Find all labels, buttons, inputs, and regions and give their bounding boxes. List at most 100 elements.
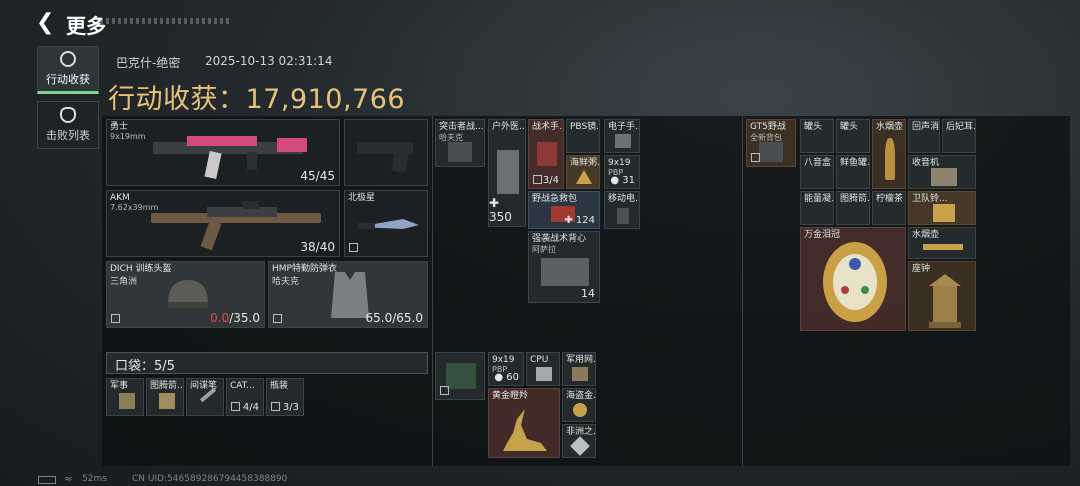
item-count: 4/4 (242, 402, 259, 413)
item-count-value: 31 (622, 175, 635, 186)
item-name: 图腾箭... (840, 194, 870, 204)
primary-weapon-slot[interactable]: 勇士 9x19mm 45/45 (106, 119, 340, 186)
rig-item[interactable]: 海鲜粥... (566, 155, 600, 189)
backpack-item[interactable]: 卫队铃... (908, 191, 976, 225)
item-name: 鲜鱼罐... (840, 158, 870, 168)
item-name: 野战急救包 (532, 194, 578, 204)
backpack-item[interactable]: 鲜鱼罐... (836, 155, 870, 189)
pistol-slot[interactable] (344, 119, 428, 186)
backpack-item[interactable]: CPU (526, 352, 560, 386)
helmet-durability-current: 0.0 (210, 311, 230, 325)
tab-loot[interactable]: 行动收获 (37, 46, 99, 94)
backpack-item[interactable]: 水烟壶 (908, 227, 976, 259)
power-bank-icon (617, 208, 629, 224)
tab-kill-list[interactable]: 击败列表 (37, 101, 99, 149)
document-icon (119, 393, 135, 409)
backpack-slot[interactable] (435, 352, 485, 400)
rig-item[interactable]: 野战急救包 ✚ 124 (528, 191, 600, 229)
rig-item[interactable]: 移动电... (604, 191, 640, 229)
melee-slot[interactable]: 北极星 (344, 190, 428, 257)
radio-icon (931, 168, 957, 186)
ammo-count: 45/45 (300, 169, 335, 183)
lock-icon (271, 402, 280, 411)
rig-item[interactable]: 9x19 PBP ● 31 (604, 155, 640, 189)
item-name: 回声消... (912, 122, 940, 132)
backpack-item[interactable]: 9x19 PBP ● 60 (488, 352, 524, 386)
backpack-icon (759, 142, 783, 162)
item-count-value: 60 (506, 372, 519, 383)
rig-item[interactable]: 电子手... (604, 119, 640, 153)
loot-value-headline: 行动收获：17,910,766 (108, 77, 405, 116)
gazelle-statue-icon (503, 409, 547, 451)
backpack-item[interactable]: 非洲之... (562, 424, 596, 458)
item-name: CAT... (230, 381, 255, 391)
bag-name: GT5野战 (750, 122, 786, 132)
item-name: 柠檬茶 (876, 194, 904, 204)
item-name: 强袭战术背心 (532, 234, 587, 244)
tourniquet-icon (537, 142, 557, 166)
armor-durability: 65.0/65.0 (365, 311, 423, 325)
item-name: 电子手... (608, 122, 639, 132)
backpack-item[interactable]: 水烟壶 (872, 119, 906, 189)
lock-icon (111, 314, 120, 323)
item-name: 非洲之... (566, 427, 596, 437)
router-icon (572, 367, 588, 381)
pockets-header: 口袋：5/5 (106, 352, 428, 374)
rig-item[interactable]: 户外医... ✚ 350 (488, 119, 526, 227)
coin-icon (573, 403, 587, 417)
backpack-item[interactable]: 座钟 (908, 261, 976, 331)
pocket-item[interactable]: 瓶装 3/3 (266, 378, 304, 416)
helmet-name: DICH 训练头盔 (110, 264, 172, 274)
tab-loot-label: 行动收获 (46, 73, 90, 86)
pocket-item[interactable]: CAT... 4/4 (226, 378, 264, 416)
bell-icon (933, 204, 955, 222)
backpack-item[interactable]: 万金泪冠 (800, 227, 906, 331)
loot-icon (60, 51, 76, 67)
rig-item[interactable]: 战术手... 3/4 (528, 119, 564, 189)
item-name: 卫队铃... (912, 194, 948, 204)
backpack-item[interactable]: 收音机 (908, 155, 976, 189)
header-decoration (100, 18, 230, 24)
backpack-item[interactable]: 图腾箭... (836, 191, 870, 225)
pocket-item[interactable]: 图腾箭... (146, 378, 184, 416)
backpack-item[interactable]: 罐头 (836, 119, 870, 153)
food-icon (576, 170, 592, 184)
pocket-item[interactable]: 间谍笔 (186, 378, 224, 416)
rig-item[interactable]: PBS镜... (566, 119, 600, 153)
armor-slot[interactable]: HMP特勤防弹衣 哈夫克 65.0/65.0 (268, 261, 428, 328)
lock-icon (231, 402, 240, 411)
vest-slot[interactable]: 强袭战术背心 阿萨拉 14 (528, 231, 600, 303)
backpack-slot[interactable]: GT5野战 全新背包 (746, 119, 796, 167)
wifi-icon: ≈ (64, 474, 73, 485)
helmet-slot[interactable]: DICH 训练头盔 三角洲 0.0/35.0 (106, 261, 265, 328)
backpack-item[interactable]: 能量凝... (800, 191, 834, 225)
backpack-item[interactable]: 柠檬茶 (872, 191, 906, 225)
item-name: 黄金瞪羚 (492, 391, 529, 401)
lock-icon (533, 175, 542, 184)
skull-icon (60, 107, 76, 123)
backpack-item[interactable]: 八音盒 (800, 155, 834, 189)
backpack-item[interactable]: 军用网... (562, 352, 596, 386)
tab-kill-list-label: 击败列表 (46, 129, 90, 142)
pocket-item[interactable]: 军事 (106, 378, 144, 416)
chest-rig-slot[interactable]: 突击者战... 哈夫克 (435, 119, 485, 167)
smg-icon (153, 136, 307, 179)
secondary-weapon-slot[interactable]: AKM 7.62x39mm 38/40 (106, 190, 340, 257)
backpack-item[interactable]: 回声消... (908, 119, 940, 153)
item-name: 罐头 (804, 122, 823, 132)
rig-icon (448, 142, 472, 162)
lock-icon (440, 386, 449, 395)
hookah-icon (885, 138, 895, 180)
backpack-item[interactable]: 罐头 (800, 119, 834, 153)
chevron-left-icon[interactable]: ❮ (36, 12, 58, 34)
backpack-item[interactable]: 黄金瞪羚 (488, 388, 560, 458)
medkit-icon (497, 150, 519, 194)
item-name: 图腾箭... (150, 381, 184, 391)
weapon-name: 勇士 (110, 122, 129, 132)
backpack-item[interactable]: 海盗金... (562, 388, 596, 422)
melee-name: 北极星 (348, 193, 376, 203)
hookah-icon (923, 244, 963, 250)
backpack-item[interactable]: 后妃耳... (942, 119, 976, 153)
jeweled-egg-icon (823, 242, 887, 322)
match-datetime: 2025-10-13 02:31:14 (205, 54, 333, 68)
